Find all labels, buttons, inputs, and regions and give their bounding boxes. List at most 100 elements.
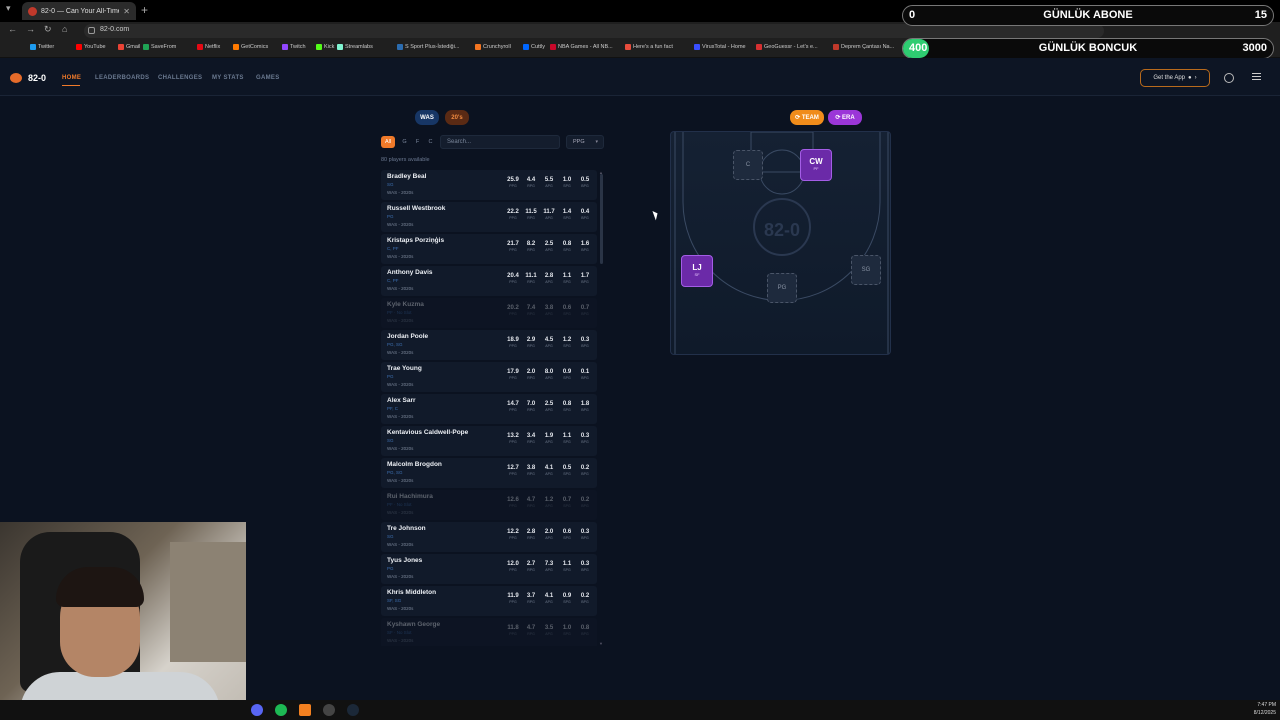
- url-field[interactable]: 82-0.com: [84, 24, 1104, 38]
- stat-cell: 11.1 RPG: [522, 273, 540, 284]
- shuffle-era-button[interactable]: ⟳ ERA: [828, 110, 862, 125]
- bookmark-item[interactable]: Kick: [316, 44, 334, 50]
- position-filter-c[interactable]: C: [426, 136, 435, 148]
- tab-list-icon[interactable]: ▾: [6, 3, 11, 14]
- bookmark-item[interactable]: Gmail: [118, 44, 140, 50]
- stat-label: APG: [545, 632, 553, 636]
- player-row[interactable]: Kristaps Porziņģis C, PF WAS - 2020s 21.7 PP…: [381, 234, 597, 264]
- player-row[interactable]: Alex Sarr PF, C WAS - 2020s 14.7 PPG 7.0 RPG 2.…: [381, 394, 597, 424]
- bookmark-favicon-icon: [76, 44, 82, 50]
- slot-power-forward-filled[interactable]: CW PF: [800, 149, 832, 181]
- nav-active-indicator: [62, 85, 80, 86]
- scroll-down-icon[interactable]: ▼: [599, 641, 603, 646]
- position-filter-g[interactable]: G: [400, 136, 409, 148]
- player-list-scrollbar[interactable]: [600, 174, 603, 264]
- bookmark-item[interactable]: Crunchyroll: [475, 44, 511, 50]
- player-row[interactable]: Trae Young PG WAS - 2020s 17.9 PPG 2.0 RPG 8.0 A…: [381, 362, 597, 392]
- site-logo[interactable]: 82-0: [28, 73, 46, 83]
- nav-leaderboards[interactable]: LEADERBOARDS: [95, 75, 149, 81]
- bookmark-item[interactable]: S Sport Plus-İstediği...: [397, 44, 459, 50]
- forward-icon[interactable]: →: [26, 24, 35, 34]
- player-row[interactable]: Kentavious Caldwell-Pope SG WAS - 2020s 13.…: [381, 426, 597, 456]
- stat-value: 0.2: [580, 497, 590, 503]
- bookmark-item[interactable]: VirusTotal - Home: [694, 44, 746, 50]
- nav-my-stats[interactable]: MY STATS: [212, 75, 244, 81]
- stat-cell: 0.5 SPG: [558, 465, 576, 476]
- sort-value: PPG: [573, 139, 585, 145]
- browser-tab[interactable]: 82-0 — Can Your All-Time NBA ✕: [22, 2, 136, 20]
- chrome-icon[interactable]: [323, 704, 335, 716]
- player-row[interactable]: Rui Hachimura PF · No Slot WAS - 2020s 12.6…: [381, 490, 597, 520]
- player-row[interactable]: Tre Johnson SG WAS - 2020s 12.2 PPG 2.8 RPG 2.0…: [381, 522, 597, 552]
- nav-challenges[interactable]: CHALLENGES: [158, 75, 202, 81]
- nav-home[interactable]: HOME: [62, 75, 81, 81]
- bookmark-item[interactable]: Cuttly: [523, 44, 545, 50]
- stat-cell: 2.5 APG: [540, 401, 558, 412]
- stat-label: BPG: [581, 216, 589, 220]
- player-row[interactable]: Malcolm Brogdon PG, SG WAS - 2020s 12.7 PPG 3…: [381, 458, 597, 488]
- nav-games[interactable]: GAMES: [256, 75, 280, 81]
- filled-position: SF: [694, 272, 700, 277]
- player-team-era: WAS - 2020s: [387, 606, 414, 611]
- bookmark-item[interactable]: Netflix: [197, 44, 220, 50]
- position-filter-f[interactable]: F: [413, 136, 422, 148]
- player-row[interactable]: Anthony Davis C, PF WAS - 2020s 20.4 PPG 11.1…: [381, 266, 597, 296]
- bookmark-item[interactable]: NBA Games - All NB...: [550, 44, 613, 50]
- basketball-logo-icon[interactable]: [10, 73, 22, 83]
- player-row[interactable]: Kyshawn George SF · No Slot WAS - 2020s 11.…: [381, 618, 597, 646]
- bookmark-item[interactable]: GeoGuessr - Let's e...: [756, 44, 818, 50]
- stat-cell: 20.4 PPG: [504, 273, 522, 284]
- get-app-button[interactable]: Get the App ● ›: [1140, 69, 1210, 87]
- bookmark-item[interactable]: Twitch: [282, 44, 306, 50]
- bookmark-item[interactable]: YouTube: [76, 44, 106, 50]
- bookmark-item[interactable]: Streamlabs: [337, 44, 373, 50]
- new-tab-icon[interactable]: +: [141, 3, 148, 17]
- player-row[interactable]: Tyus Jones PG WAS - 2020s 12.0 PPG 2.7 RPG 7.3 A…: [381, 554, 597, 584]
- cloud-app-icon[interactable]: [299, 704, 311, 716]
- player-row[interactable]: Kyle Kuzma PF · No Slot WAS - 2020s 20.2 PPG…: [381, 298, 597, 328]
- stat-value: 1.1: [562, 433, 572, 439]
- player-search-input[interactable]: Search...: [440, 135, 560, 149]
- stat-value: 11.7: [543, 209, 555, 215]
- bookmark-label: YouTube: [84, 44, 106, 50]
- sort-select[interactable]: PPG ▾: [566, 135, 604, 149]
- stat-cell: 3.8 RPG: [522, 465, 540, 476]
- stat-value: 11.9: [507, 593, 519, 599]
- player-row[interactable]: Bradley Beal SG WAS - 2020s 25.9 PPG 4.4 RPG 5.…: [381, 170, 597, 200]
- shuffle-team-button[interactable]: ⟳ TEAM: [790, 110, 824, 125]
- position-filter-all[interactable]: All: [381, 136, 395, 148]
- era-filter-pill[interactable]: 20's: [445, 110, 469, 125]
- reload-icon[interactable]: ↻: [44, 24, 52, 35]
- discord-icon[interactable]: [251, 704, 263, 716]
- stat-cell: 2.5 APG: [540, 241, 558, 252]
- team-filter-pill[interactable]: WAS: [415, 110, 439, 125]
- stat-label: APG: [545, 184, 553, 188]
- slot-point-guard[interactable]: PG: [767, 273, 797, 303]
- hamburger-menu-icon[interactable]: [1252, 73, 1261, 82]
- bookmark-item[interactable]: Twitter: [30, 44, 54, 50]
- stat-cell: 1.2 APG: [540, 497, 558, 508]
- site-info-icon[interactable]: [88, 27, 95, 34]
- bookmark-item[interactable]: GetComics: [233, 44, 268, 50]
- globe-icon[interactable]: [1224, 73, 1234, 83]
- bookmark-item[interactable]: Here's a fun fact: [625, 44, 673, 50]
- home-icon[interactable]: ⌂: [62, 24, 67, 34]
- bookmark-item[interactable]: SaveFrom: [143, 44, 176, 50]
- tab-close-icon[interactable]: ✕: [123, 7, 130, 16]
- stat-cell: 12.0 PPG: [504, 561, 522, 572]
- player-name: Rui Hachimura: [387, 493, 433, 500]
- stat-value: 2.9: [526, 337, 536, 343]
- slot-center[interactable]: C: [733, 150, 763, 180]
- back-icon[interactable]: ←: [8, 24, 17, 34]
- slot-shooting-guard[interactable]: SG: [851, 255, 881, 285]
- player-name: Alex Sarr: [387, 397, 416, 404]
- player-row[interactable]: Jordan Poole PG, SG WAS - 2020s 18.9 PPG 2.9 R…: [381, 330, 597, 360]
- stat-cell: 21.7 PPG: [504, 241, 522, 252]
- stat-label: APG: [545, 280, 553, 284]
- player-row[interactable]: Russell Westbrook PG WAS - 2020s 22.2 PPG 11.…: [381, 202, 597, 232]
- spotify-icon[interactable]: [275, 704, 287, 716]
- bookmark-item[interactable]: Deprem Çantası Na...: [833, 44, 894, 50]
- steam-icon[interactable]: [347, 704, 359, 716]
- slot-small-forward-filled[interactable]: LJ SF: [681, 255, 713, 287]
- player-row[interactable]: Khris Middleton SF, SG WAS - 2020s 11.9 PPG 3…: [381, 586, 597, 616]
